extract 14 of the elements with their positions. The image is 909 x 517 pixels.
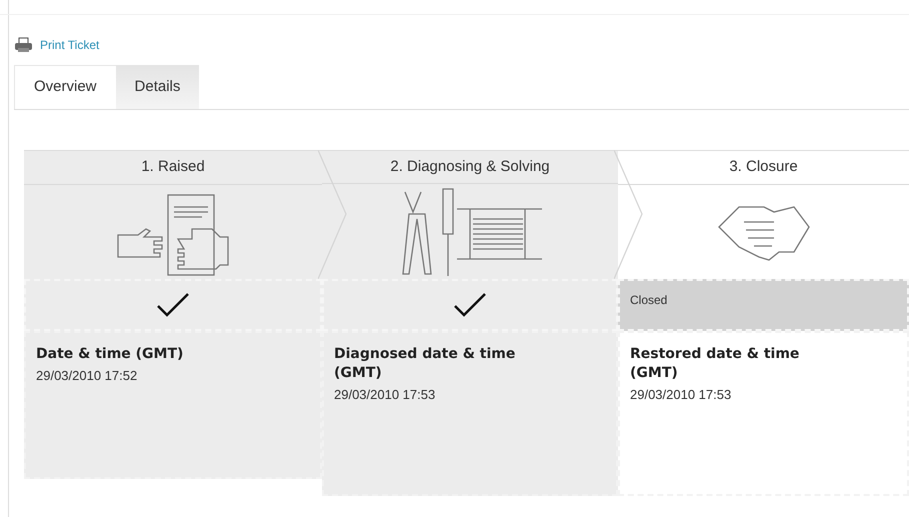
print-ticket-link[interactable]: Print Ticket	[40, 36, 100, 54]
detail-value: 29/03/2010 17:53	[334, 386, 436, 404]
tab[interactable]: Overview	[14, 65, 116, 109]
tab[interactable]: Details	[116, 65, 200, 109]
detail-label: Restored date & time (GMT)	[630, 345, 800, 383]
stage-title: 3. Closure	[618, 151, 909, 185]
detail-label: Diagnosed date & time (GMT)	[334, 345, 516, 383]
detail-value: 29/03/2010 17:53	[630, 386, 732, 404]
stage-title: 2. Diagnosing & Solving	[322, 151, 618, 184]
stage-title: 1. Raised	[24, 151, 322, 185]
detail-value: 29/03/2010 17:52	[36, 367, 138, 385]
printer-icon	[14, 37, 34, 53]
status-label: Closed	[630, 292, 668, 309]
detail-label: Date & time (GMT)	[36, 345, 184, 364]
